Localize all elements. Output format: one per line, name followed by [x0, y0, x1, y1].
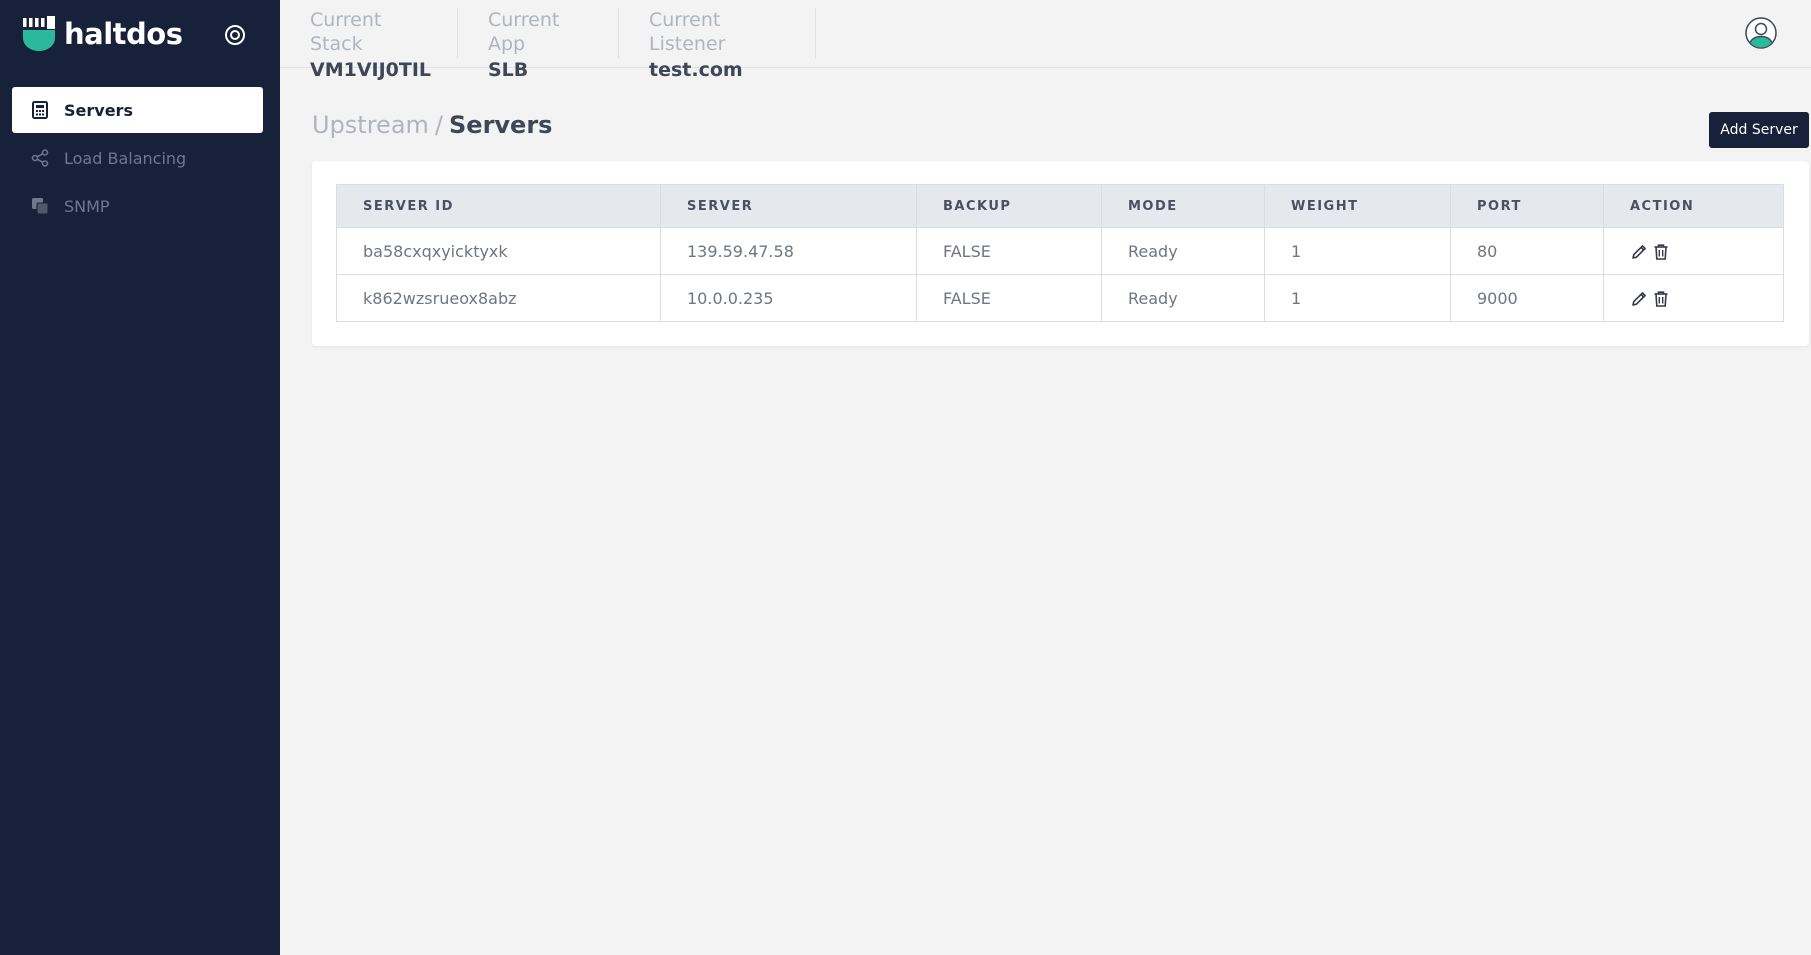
current-stack-label: Current Stack — [310, 9, 382, 55]
column-header-mode: MODE — [1101, 184, 1265, 228]
sidebar-nav: Servers Load Balancing SNMP — [12, 87, 263, 231]
cell-server-id: ba58cxqxyicktyxk — [336, 227, 661, 275]
delete-icon[interactable] — [1652, 290, 1670, 308]
current-stack-value: VM1VIJ0TIL — [310, 59, 432, 81]
cell-weight: 1 — [1264, 227, 1451, 275]
sidebar-item-load-balancing[interactable]: Load Balancing — [12, 135, 263, 181]
current-stack[interactable]: Current Stack VM1VIJ0TIL — [280, 8, 458, 81]
current-app[interactable]: Current App SLB — [458, 8, 619, 81]
servers-table: SERVER ID SERVER BACKUP MODE WEIGHT PORT… — [336, 184, 1784, 322]
edit-icon[interactable] — [1630, 243, 1648, 261]
cell-port: 80 — [1450, 227, 1604, 275]
sidebar: haltdos Servers Load Balancing SNMP — [0, 0, 280, 955]
target-icon[interactable] — [223, 23, 247, 47]
brand-name: haltdos — [64, 17, 183, 51]
haltdos-logo-icon — [23, 16, 55, 51]
breadcrumb-separator: / — [434, 111, 443, 139]
column-header-backup: BACKUP — [916, 184, 1102, 228]
cell-mode: Ready — [1101, 227, 1265, 275]
cell-action — [1603, 227, 1784, 275]
column-header-weight: WEIGHT — [1264, 184, 1451, 228]
add-server-button[interactable]: Add Server — [1709, 112, 1809, 148]
breadcrumb: Upstream / Servers — [312, 110, 552, 140]
sidebar-item-label: SNMP — [64, 196, 110, 216]
share-icon — [30, 148, 50, 168]
calculator-icon — [30, 100, 50, 120]
cell-weight: 1 — [1264, 274, 1451, 322]
column-header-server-id: SERVER ID — [336, 184, 661, 228]
table-row: ba58cxqxyicktyxk 139.59.47.58 FALSE Read… — [336, 227, 1784, 275]
cell-server: 10.0.0.235 — [660, 274, 917, 322]
cell-server-id: k862wzsrueox8abz — [336, 274, 661, 322]
cell-backup: FALSE — [916, 227, 1102, 275]
breadcrumb-parent[interactable]: Upstream — [312, 111, 429, 139]
current-app-label: Current App — [488, 9, 560, 55]
cell-server: 139.59.47.58 — [660, 227, 917, 275]
current-app-value: SLB — [488, 59, 529, 81]
current-listener[interactable]: Current Listener test.com — [619, 8, 816, 81]
column-header-action: ACTION — [1603, 184, 1784, 228]
cell-backup: FALSE — [916, 274, 1102, 322]
top-bar: Current Stack VM1VIJ0TIL Current App SLB… — [280, 0, 1811, 81]
sidebar-item-label: Load Balancing — [64, 148, 187, 168]
cell-mode: Ready — [1101, 274, 1265, 322]
cell-port: 9000 — [1450, 274, 1604, 322]
current-listener-value: test.com — [649, 59, 743, 81]
user-avatar-icon[interactable] — [1745, 17, 1777, 49]
column-header-server: SERVER — [660, 184, 917, 228]
layers-icon — [30, 196, 50, 216]
servers-card: SERVER ID SERVER BACKUP MODE WEIGHT PORT… — [312, 161, 1809, 346]
sidebar-item-label: Servers — [64, 100, 133, 120]
brand[interactable]: haltdos — [22, 16, 183, 52]
sidebar-item-servers[interactable]: Servers — [12, 87, 263, 133]
table-row: k862wzsrueox8abz 10.0.0.235 FALSE Ready … — [336, 274, 1784, 322]
current-listener-label: Current Listener — [649, 9, 726, 55]
column-header-port: PORT — [1450, 184, 1604, 228]
cell-action — [1603, 274, 1784, 322]
edit-icon[interactable] — [1630, 290, 1648, 308]
table-header-row: SERVER ID SERVER BACKUP MODE WEIGHT PORT… — [336, 184, 1784, 228]
sidebar-item-snmp[interactable]: SNMP — [12, 183, 263, 229]
delete-icon[interactable] — [1652, 243, 1670, 261]
page-title: Servers — [449, 111, 553, 139]
